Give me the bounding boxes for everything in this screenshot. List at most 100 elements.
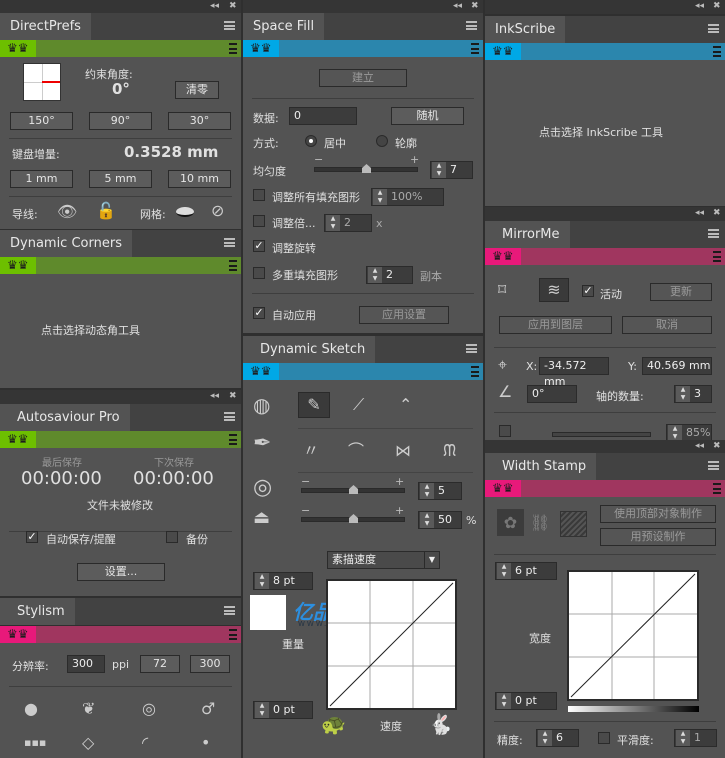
slider-thumb[interactable] [362, 164, 371, 173]
pressure-slider[interactable] [301, 514, 405, 523]
pattern-swatch[interactable] [560, 511, 587, 537]
uniform-slider[interactable] [314, 164, 418, 173]
max-width-stepper[interactable]: 6 pt [495, 562, 557, 580]
corner-tool-icon[interactable]: ⌃ [399, 397, 412, 413]
tab-dynamic-sketch[interactable]: Dynamic Sketch [243, 336, 376, 363]
preset-72-button[interactable]: 72 [140, 655, 180, 673]
tab-dynamic-corners[interactable]: Dynamic Corners [0, 230, 132, 257]
cancel-button[interactable]: 取消 [622, 316, 712, 334]
tab-directprefs[interactable]: DirectPrefs [0, 13, 91, 40]
collapse-icon[interactable]: ◂◂ [695, 1, 704, 11]
precision-stepper[interactable]: 6 [536, 729, 579, 747]
update-button[interactable]: 更新 [650, 283, 712, 301]
adjust-all-stepper[interactable]: 100% [371, 188, 444, 206]
adjust-scale-stepper[interactable]: 2 [324, 214, 372, 232]
smoothness-slider[interactable] [301, 485, 405, 494]
smooth-checkbox[interactable] [598, 732, 610, 744]
mode-outline-radio[interactable] [376, 135, 388, 147]
resolution-input[interactable]: 300 [67, 655, 105, 673]
banner-menu-icon[interactable] [471, 366, 479, 377]
grid-off-icon[interactable]: ⊘ [211, 203, 224, 219]
smooth-stepper[interactable]: 1 [674, 729, 717, 747]
tab-width-stamp[interactable]: Width Stamp [485, 453, 597, 480]
pen-icon[interactable]: ✒ [253, 433, 271, 455]
slider-thumb[interactable] [349, 485, 358, 494]
apply-settings-button[interactable]: 应用设置 [359, 306, 449, 324]
pressure-stepper[interactable]: 50 [418, 511, 462, 529]
sketch-target-icon[interactable]: ◍ [253, 395, 270, 415]
auto-save-checkbox[interactable]: ✓ [26, 531, 38, 543]
panel-menu-icon[interactable] [466, 344, 477, 353]
use-top-object-button[interactable]: 使用顶部对象制作 [600, 505, 716, 523]
shadow-icon[interactable]: ● [24, 701, 38, 717]
adjust-all-checkbox[interactable] [253, 189, 265, 201]
increment-5-button[interactable]: 5 mm [89, 170, 152, 188]
panel-menu-icon[interactable] [224, 21, 235, 30]
min-width-stepper[interactable]: 0 pt [495, 692, 557, 710]
outer-glow-icon[interactable]: ♂ [201, 701, 215, 717]
inner-glow-icon[interactable]: ◎ [142, 701, 156, 717]
weight-speed-graph[interactable] [326, 579, 457, 710]
eye-icon[interactable]: 👁 [57, 204, 77, 220]
panel-menu-icon[interactable] [708, 24, 719, 33]
collapse-icon[interactable]: ◂◂ [453, 1, 462, 11]
close-icon[interactable]: ✖ [713, 208, 721, 218]
banner-menu-icon[interactable] [713, 251, 721, 262]
multi-fill-stepper[interactable]: 2 [366, 266, 413, 284]
random-button[interactable]: 随机 [391, 107, 464, 125]
y-input[interactable]: 40.569 mm [642, 357, 712, 375]
mode-center-radio[interactable] [305, 135, 317, 147]
max-weight-stepper[interactable]: 8 pt [253, 572, 313, 590]
banner-menu-icon[interactable] [713, 46, 721, 57]
multi-fill-checkbox[interactable] [253, 267, 265, 279]
cross-icon[interactable]: ⋈ [395, 443, 411, 459]
create-button[interactable]: 建立 [319, 69, 407, 87]
tab-autosaviour[interactable]: Autosaviour Pro [0, 404, 130, 431]
angle-90-button[interactable]: 90° [89, 112, 152, 130]
feather-icon[interactable]: ❦ [82, 701, 95, 717]
panel-menu-icon[interactable] [224, 412, 235, 421]
uniform-stepper[interactable]: 7 [430, 161, 473, 179]
shape-point-icon[interactable]: ⌑ [498, 282, 506, 298]
panel-menu-icon[interactable] [708, 461, 719, 470]
curve-icon[interactable]: ⌒ [348, 443, 364, 459]
sketch-mode-dropdown[interactable]: 素描速度 ▼ [327, 551, 440, 569]
tab-inkscribe[interactable]: InkScribe [485, 16, 566, 43]
close-icon[interactable]: ✖ [471, 1, 479, 11]
settings-button[interactable]: 设置... [77, 563, 165, 581]
close-icon[interactable]: ✖ [229, 1, 237, 11]
angle-widget[interactable] [23, 63, 61, 101]
x-input[interactable]: -34.572 mm [539, 357, 609, 388]
smoothness-stepper[interactable]: 5 [418, 482, 462, 500]
strokes-icon[interactable]: 〃 [303, 443, 319, 459]
clear-button[interactable]: 清零 [175, 81, 219, 99]
panel-menu-icon[interactable] [224, 606, 235, 615]
backup-checkbox[interactable] [166, 531, 178, 543]
increment-1-button[interactable]: 1 mm [10, 170, 73, 188]
opacity-checkbox[interactable] [499, 425, 511, 437]
banner-menu-icon[interactable] [229, 260, 237, 271]
round-corners-icon[interactable]: ◜ [142, 735, 148, 751]
adjust-rotate-checkbox[interactable]: ✓ [253, 240, 265, 252]
tab-stylism[interactable]: Stylism [0, 598, 75, 625]
line-tool-icon[interactable]: ⟋ [353, 397, 364, 413]
preset-300-button[interactable]: 300 [190, 655, 230, 673]
banner-menu-icon[interactable] [229, 43, 237, 54]
plant-icon[interactable]: ✿ [497, 509, 524, 536]
collapse-icon[interactable]: ◂◂ [210, 391, 219, 401]
scribble-icon[interactable]: ᙏ [443, 443, 456, 459]
opacity-slider[interactable] [552, 432, 651, 437]
apply-to-layer-button[interactable]: 应用到图层 [499, 316, 612, 334]
banner-menu-icon[interactable] [229, 629, 237, 640]
panel-menu-icon[interactable] [708, 229, 719, 238]
layers-icon[interactable]: ≋ [539, 278, 569, 302]
banner-menu-icon[interactable] [713, 483, 721, 494]
panel-menu-icon[interactable] [224, 238, 235, 247]
collapse-icon[interactable]: ◂◂ [695, 208, 704, 218]
unlock-icon[interactable]: 🔓 [96, 203, 116, 219]
auto-apply-checkbox[interactable]: ✓ [253, 307, 265, 319]
angle-30-button[interactable]: 30° [168, 112, 231, 130]
tab-mirrorme[interactable]: MirrorMe [485, 221, 570, 248]
collapse-icon[interactable]: ◂◂ [210, 1, 219, 11]
slider-thumb[interactable] [349, 514, 358, 523]
